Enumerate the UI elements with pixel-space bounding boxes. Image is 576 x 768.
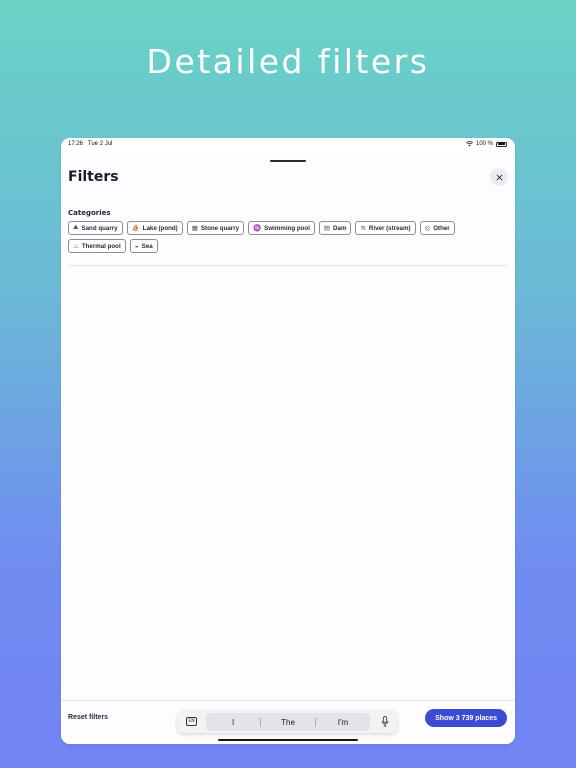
chip-swimming-pool[interactable]: ♒ Swimming pool [248,221,315,235]
device-screen: 17:26 Tue 2 Jul 100 % Filters Categories… [61,138,515,744]
show-places-button[interactable]: Show 3 739 places [425,709,507,727]
chip-dam[interactable]: ▤ Dam [318,221,352,235]
boat-icon: ⛵ [131,225,140,232]
wifi-icon [465,141,473,147]
other-icon: ◎ [424,225,431,232]
close-icon [496,174,502,180]
chip-stone-quarry[interactable]: ▦ Stone quarry [186,221,245,235]
river-icon: ≋ [360,225,366,232]
battery-percent: 100 % [475,141,493,147]
chip-sea[interactable]: ◒ Sea [129,239,158,253]
close-button[interactable] [490,168,508,186]
status-date: Tue 2 Jul [87,141,113,147]
headline: Detailed filters [146,42,430,81]
stone-icon: ▦ [191,225,198,232]
footer-bar: Reset filters EN I The I'm Show 3 739 pl… [61,700,515,744]
suggestion-word[interactable]: The [261,718,315,727]
sand-icon: ⛰ [73,224,79,231]
sea-icon: ◒ [134,242,139,250]
battery-icon [496,141,507,147]
sheet-grabber[interactable] [270,160,306,162]
filters-sheet: Filters Categories ⛰ Sand quarry ⛵ Lake … [61,155,515,744]
chip-other[interactable]: ◎ Other [419,221,455,235]
keyboard-suggestion-bar: EN I The I'm [178,711,397,733]
dam-icon: ▤ [323,225,331,232]
categories-label: Categories [68,209,111,217]
chip-thermal-pool[interactable]: ♨ Thermal pool [68,239,126,253]
pool-icon: ♒ [253,225,262,232]
page-title: Filters [68,169,119,185]
status-time: 17:26 [68,141,84,147]
reset-filters-button[interactable]: Reset filters [68,714,108,721]
microphone-icon[interactable] [381,716,389,727]
keyboard-language-icon[interactable]: EN [186,717,197,726]
chip-lake-pond[interactable]: ⛵ Lake (pond) [126,221,183,235]
suggestion-strip: I The I'm [206,713,370,731]
home-indicator [218,738,358,741]
category-chips: ⛰ Sand quarry ⛵ Lake (pond) ▦ Stone quar… [68,221,458,253]
status-bar: 17:26 Tue 2 Jul 100 % [61,138,515,156]
chip-sand-quarry[interactable]: ⛰ Sand quarry [68,221,123,235]
chip-river-stream[interactable]: ≋ River (stream) [355,221,416,235]
suggestion-word[interactable]: I'm [316,718,370,727]
thermal-icon: ♨ [73,243,79,250]
divider [68,265,508,266]
suggestion-word[interactable]: I [206,718,260,727]
